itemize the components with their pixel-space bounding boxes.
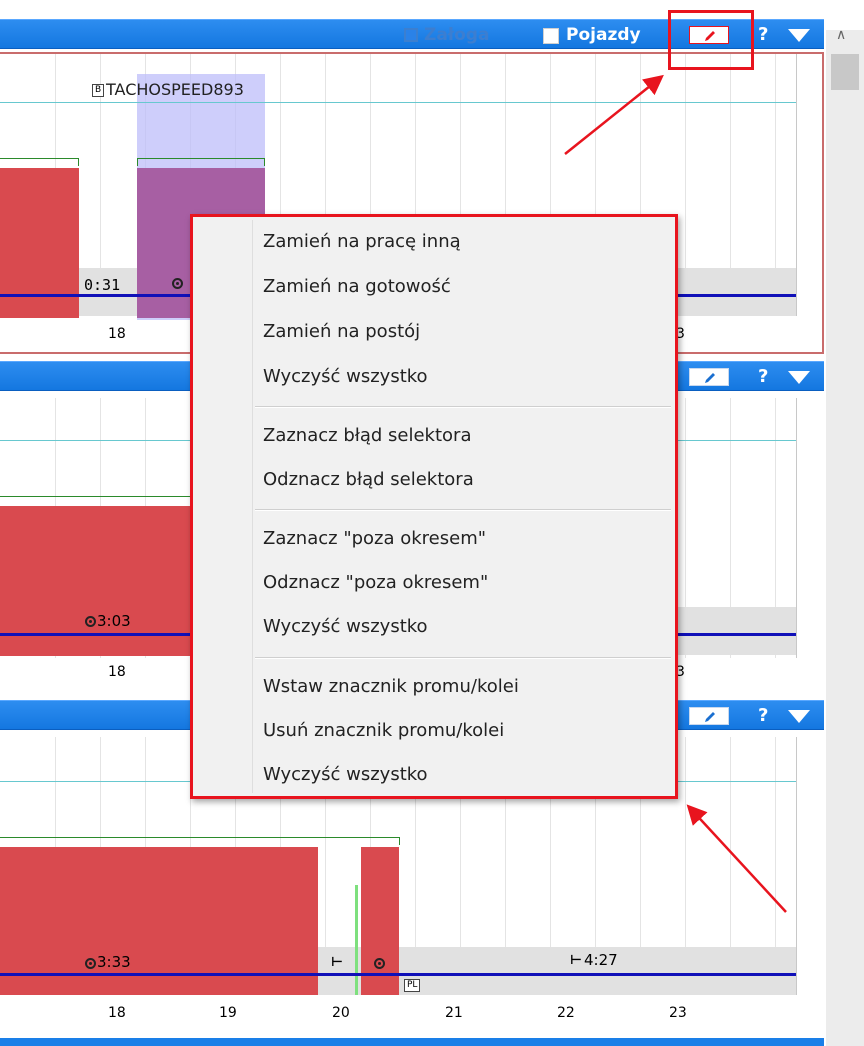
menu-item-mark-out-of-period[interactable]: Zaznacz "poza okresem" bbox=[263, 528, 486, 549]
menu-gutter bbox=[252, 220, 253, 793]
menu-item-clear-all-1[interactable]: Wyczyść wszystko bbox=[263, 366, 428, 387]
menu-separator bbox=[255, 406, 671, 408]
context-menu: Zamień na pracę inną Zamień na gotowość … bbox=[190, 214, 678, 799]
menu-item-clear-all-2[interactable]: Wyczyść wszystko bbox=[263, 616, 428, 637]
arrow-to-edit bbox=[564, 74, 664, 155]
menu-item-replace-rest[interactable]: Zamień na postój bbox=[263, 321, 420, 342]
arrow-to-menu bbox=[686, 804, 787, 913]
menu-item-insert-ferry-marker[interactable]: Wstaw znacznik promu/kolei bbox=[263, 676, 519, 697]
menu-item-replace-other-work[interactable]: Zamień na pracę inną bbox=[263, 231, 461, 252]
menu-separator bbox=[255, 657, 671, 659]
menu-item-clear-all-3[interactable]: Wyczyść wszystko bbox=[263, 764, 428, 785]
menu-item-remove-ferry-marker[interactable]: Usuń znacznik promu/kolei bbox=[263, 720, 504, 741]
menu-item-unmark-selector-error[interactable]: Odznacz błąd selektora bbox=[263, 469, 474, 490]
menu-item-unmark-out-of-period[interactable]: Odznacz "poza okresem" bbox=[263, 572, 488, 593]
menu-item-replace-availability[interactable]: Zamień na gotowość bbox=[263, 276, 451, 297]
menu-separator bbox=[255, 509, 671, 511]
menu-item-mark-selector-error[interactable]: Zaznacz błąd selektora bbox=[263, 425, 472, 446]
